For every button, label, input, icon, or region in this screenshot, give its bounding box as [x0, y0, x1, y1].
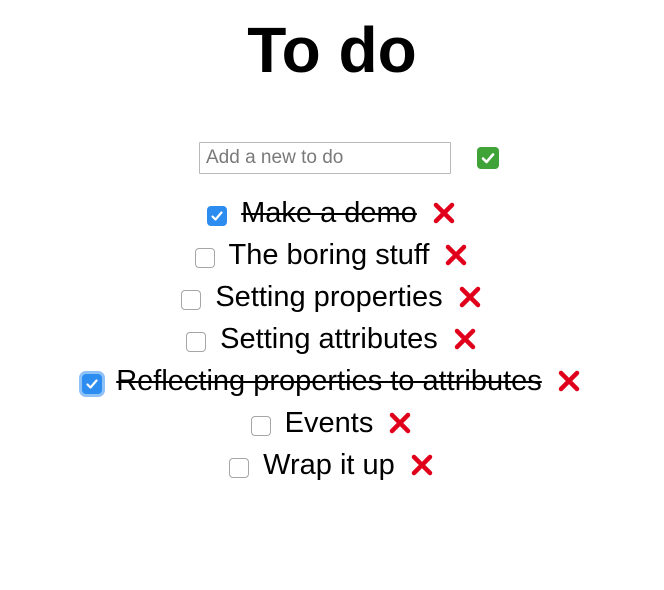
todo-checkbox[interactable] [82, 374, 103, 394]
page-title: To do [247, 14, 417, 86]
delete-todo-button[interactable] [443, 242, 469, 268]
todo-checkbox[interactable] [181, 290, 202, 310]
todo-checkbox[interactable] [207, 206, 228, 226]
todo-list: Make a demo The boring stuff Setting pro… [0, 192, 664, 486]
todo-item: Events [0, 402, 664, 444]
delete-todo-button[interactable] [457, 284, 483, 310]
todo-app: To do Make a demo The boring stuff [0, 0, 664, 486]
todo-text: Setting properties [215, 281, 443, 313]
check-icon [211, 211, 223, 221]
cross-mark-icon [433, 202, 455, 224]
cross-mark-icon [390, 412, 411, 434]
delete-todo-button[interactable] [387, 410, 413, 436]
check-mark-button-icon [481, 153, 495, 164]
delete-todo-button[interactable] [556, 368, 582, 394]
todo-checkbox[interactable] [194, 248, 215, 268]
delete-todo-button[interactable] [409, 452, 435, 478]
todo-item: The boring stuff [0, 234, 664, 276]
todo-item: Wrap it up [0, 444, 664, 486]
todo-text: Setting attributes [220, 323, 438, 355]
todo-item: Reflecting properties to attributes [0, 360, 664, 402]
add-todo-button[interactable] [477, 147, 499, 169]
todo-text: Events [284, 407, 374, 439]
todo-item: Make a demo [0, 192, 664, 234]
cross-mark-icon [558, 370, 580, 392]
todo-text: Make a demo [241, 197, 417, 229]
cross-mark-icon [446, 244, 467, 266]
todo-text: The boring stuff [228, 239, 430, 271]
todo-text: Wrap it up [263, 449, 395, 481]
new-todo-input[interactable] [199, 142, 451, 174]
cross-mark-icon [411, 454, 433, 476]
todo-checkbox[interactable] [229, 458, 250, 478]
todo-text: Reflecting properties to attributes [116, 365, 542, 397]
check-icon [86, 379, 98, 389]
cross-mark-icon [454, 328, 476, 350]
delete-todo-button[interactable] [431, 200, 457, 226]
add-todo-row [0, 138, 664, 178]
todo-checkbox[interactable] [250, 416, 271, 436]
todo-checkbox[interactable] [186, 332, 207, 352]
todo-item: Setting properties [0, 276, 664, 318]
delete-todo-button[interactable] [452, 326, 478, 352]
todo-item: Setting attributes [0, 318, 664, 360]
cross-mark-icon [459, 286, 480, 308]
